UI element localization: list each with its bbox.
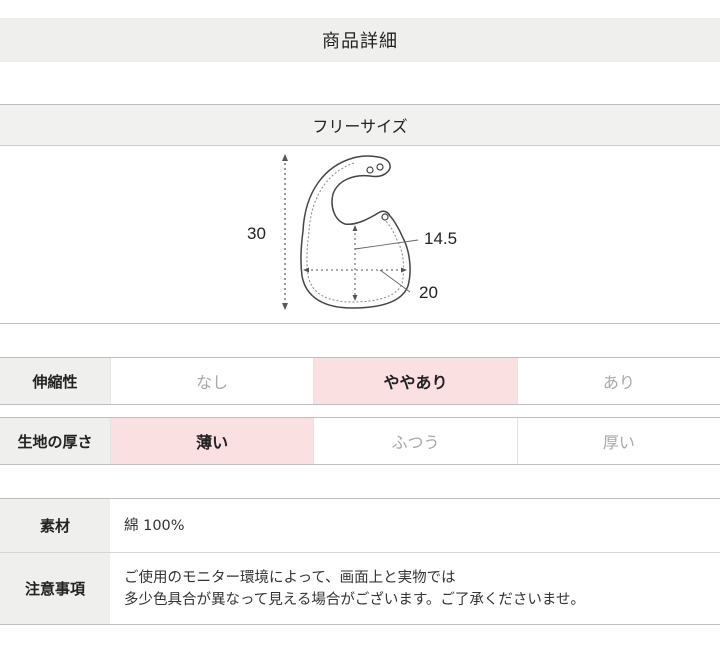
stretch-option-slight: ややあり: [313, 358, 517, 404]
notes-line-2: 多少色具合が異なって見える場合がございます。ご了承くださいませ。: [124, 591, 585, 608]
material-label: 素材: [0, 499, 110, 552]
notes-label: 注意事項: [0, 553, 110, 624]
thickness-option-thick: 厚い: [516, 418, 720, 464]
spec-table: 素材 綿 100% 注意事項 ご使用のモニター環境によって、画面上と実物では 多…: [0, 498, 720, 625]
bib-illustration: [282, 154, 419, 310]
height-value: 30: [247, 224, 266, 243]
stretch-option-yes: あり: [516, 358, 720, 404]
material-text: 綿 100%: [124, 517, 185, 534]
size-header: フリーサイズ: [0, 104, 720, 146]
thickness-scale: 生地の厚さ 薄い ふつう 厚い: [0, 417, 720, 465]
size-diagram: 30 14.5 20: [0, 146, 720, 324]
thickness-label: 生地の厚さ: [0, 418, 110, 464]
thickness-option-thin: 薄い: [110, 418, 314, 464]
material-value: 綿 100%: [110, 499, 720, 552]
arrow-down-icon: [282, 303, 288, 310]
stretch-option-none: なし: [110, 358, 313, 404]
width-value: 20: [419, 283, 438, 302]
stretch-label: 伸縮性: [0, 358, 110, 404]
spec-row-material: 素材 綿 100%: [0, 499, 720, 552]
thickness-option-normal: ふつう: [313, 418, 516, 464]
page-title: 商品詳細: [0, 18, 720, 62]
arrow-up-icon: [282, 154, 288, 161]
stretch-scale: 伸縮性 なし ややあり あり: [0, 357, 720, 405]
neck-value: 14.5: [424, 229, 458, 248]
spec-row-notes: 注意事項 ご使用のモニター環境によって、画面上と実物では 多少色具合が異なって見…: [0, 552, 720, 624]
notes-value: ご使用のモニター環境によって、画面上と実物では 多少色具合が異なって見える場合が…: [110, 553, 720, 624]
notes-line-1: ご使用のモニター環境によって、画面上と実物では: [124, 569, 456, 586]
